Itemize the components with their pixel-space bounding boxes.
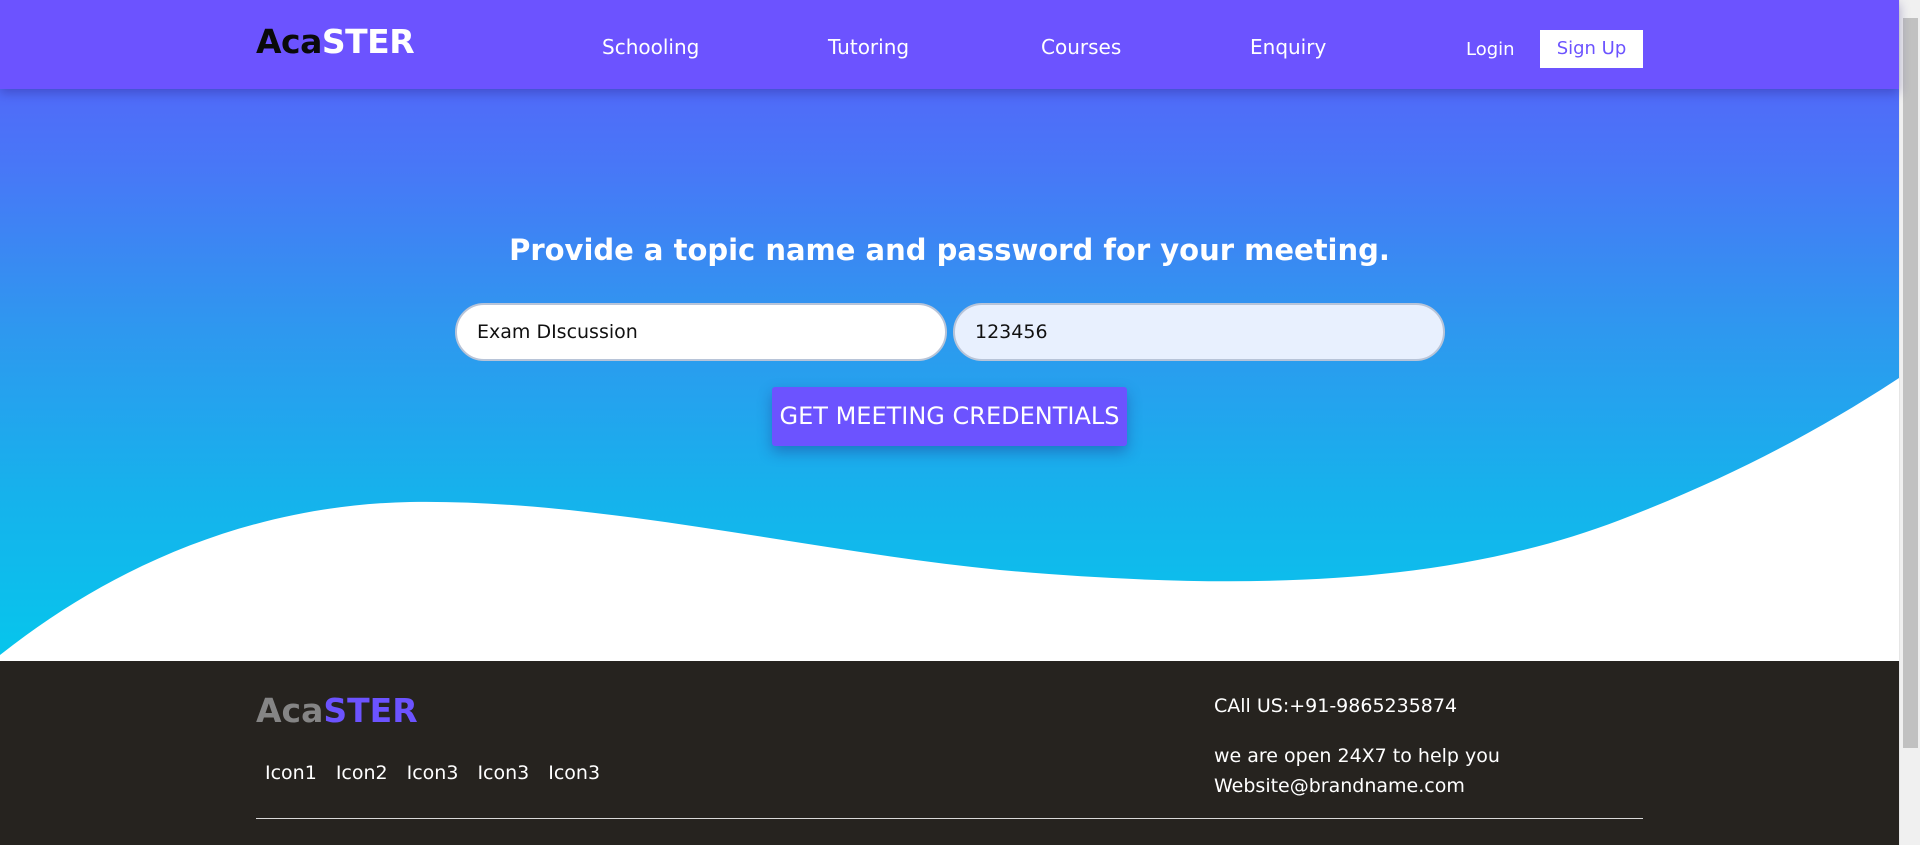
topic-name-input[interactable]: Exam DIscussion (455, 303, 947, 361)
contact-info: CAll US:+91-9865235874 we are open 24X7 … (1214, 691, 1500, 801)
footer-divider (256, 818, 1643, 819)
footer-brand-logo[interactable]: AcaSTER (256, 691, 418, 731)
scrollbar-thumb[interactable] (1903, 18, 1918, 748)
top-navbar: AcaSTER Schooling Tutoring Courses Enqui… (0, 0, 1899, 89)
get-meeting-credentials-button[interactable]: GET MEETING CREDENTIALS (772, 387, 1127, 446)
brand-logo[interactable]: AcaSTER (256, 22, 415, 62)
signup-button[interactable]: Sign Up (1540, 30, 1643, 68)
logo-part-ster: STER (321, 22, 415, 61)
login-link[interactable]: Login (1466, 38, 1515, 62)
footer: AcaSTER Icon1 Icon2 Icon3 Icon3 Icon3 CAll U… (0, 661, 1899, 845)
social-icon-3[interactable]: Icon3 (407, 762, 459, 784)
meeting-password-input[interactable]: 123456 (953, 303, 1445, 361)
hero-wave-shape (0, 378, 1899, 661)
call-us-text: CAll US:+91-9865235874 (1214, 695, 1458, 717)
hero-section (0, 0, 1899, 661)
nav-link-enquiry[interactable]: Enquiry (1250, 34, 1326, 60)
social-icon-1[interactable]: Icon1 (265, 762, 317, 784)
nav-link-tutoring[interactable]: Tutoring (828, 34, 909, 60)
footer-logo-part-aca: Aca (256, 691, 324, 730)
logo-part-aca: Aca (256, 22, 322, 61)
meeting-form-heading: Provide a topic name and password for yo… (509, 233, 1390, 267)
social-icon-5[interactable]: Icon3 (548, 762, 600, 784)
contact-email[interactable]: Website@brandname.com (1214, 771, 1500, 801)
footer-logo-part-ster: STER (323, 691, 418, 730)
social-icons: Icon1 Icon2 Icon3 Icon3 Icon3 (265, 762, 619, 784)
social-icon-4[interactable]: Icon3 (477, 762, 529, 784)
vertical-scrollbar[interactable] (1899, 0, 1920, 845)
opening-hours-text: we are open 24X7 to help you (1214, 745, 1500, 767)
social-icon-2[interactable]: Icon2 (336, 762, 388, 784)
nav-link-courses[interactable]: Courses (1041, 34, 1121, 60)
nav-link-schooling[interactable]: Schooling (602, 34, 699, 60)
